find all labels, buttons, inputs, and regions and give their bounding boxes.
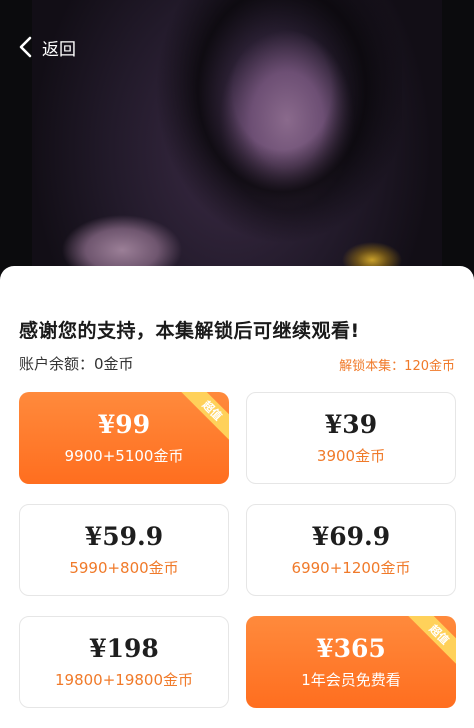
plan-price: ¥39 <box>324 410 378 439</box>
plan-description: 1年会员免费看 <box>301 671 401 689</box>
plan-description: 3900金币 <box>316 447 386 465</box>
plan-price: ¥59.9 <box>84 522 164 551</box>
value-badge: 超值 <box>176 392 229 444</box>
plan-card-99[interactable]: 超值 ¥99 9900+5100金币 <box>19 392 229 484</box>
plan-card-69-9[interactable]: ¥69.9 6990+1200金币 <box>246 504 456 596</box>
plan-price: ¥69.9 <box>311 522 391 551</box>
sheet-headline: 感谢您的支持，本集解锁后可继续观看! <box>19 320 360 342</box>
back-button[interactable]: 返回 <box>16 33 76 61</box>
plan-description: 9900+5100金币 <box>64 447 184 465</box>
unlock-cost: 解锁本集：120金币 <box>339 359 455 374</box>
value-badge: 超值 <box>403 616 456 668</box>
plan-card-198[interactable]: ¥198 19800+19800金币 <box>19 616 229 708</box>
plan-price: ¥365 <box>316 634 386 663</box>
plan-description: 6990+1200金币 <box>291 559 411 577</box>
account-balance: 账户余额：0金币 <box>19 355 134 373</box>
plan-price: ¥198 <box>89 634 159 663</box>
plan-description: 5990+800金币 <box>69 559 179 577</box>
plan-card-39[interactable]: ¥39 3900金币 <box>246 392 456 484</box>
plan-card-59-9[interactable]: ¥59.9 5990+800金币 <box>19 504 229 596</box>
plan-description: 19800+19800金币 <box>54 671 193 689</box>
plan-card-365[interactable]: 超值 ¥365 1年会员免费看 <box>246 616 456 708</box>
back-label: 返回 <box>42 39 76 60</box>
chevron-left-icon <box>19 36 32 58</box>
video-frame <box>32 0 442 300</box>
plan-price: ¥99 <box>97 410 151 439</box>
